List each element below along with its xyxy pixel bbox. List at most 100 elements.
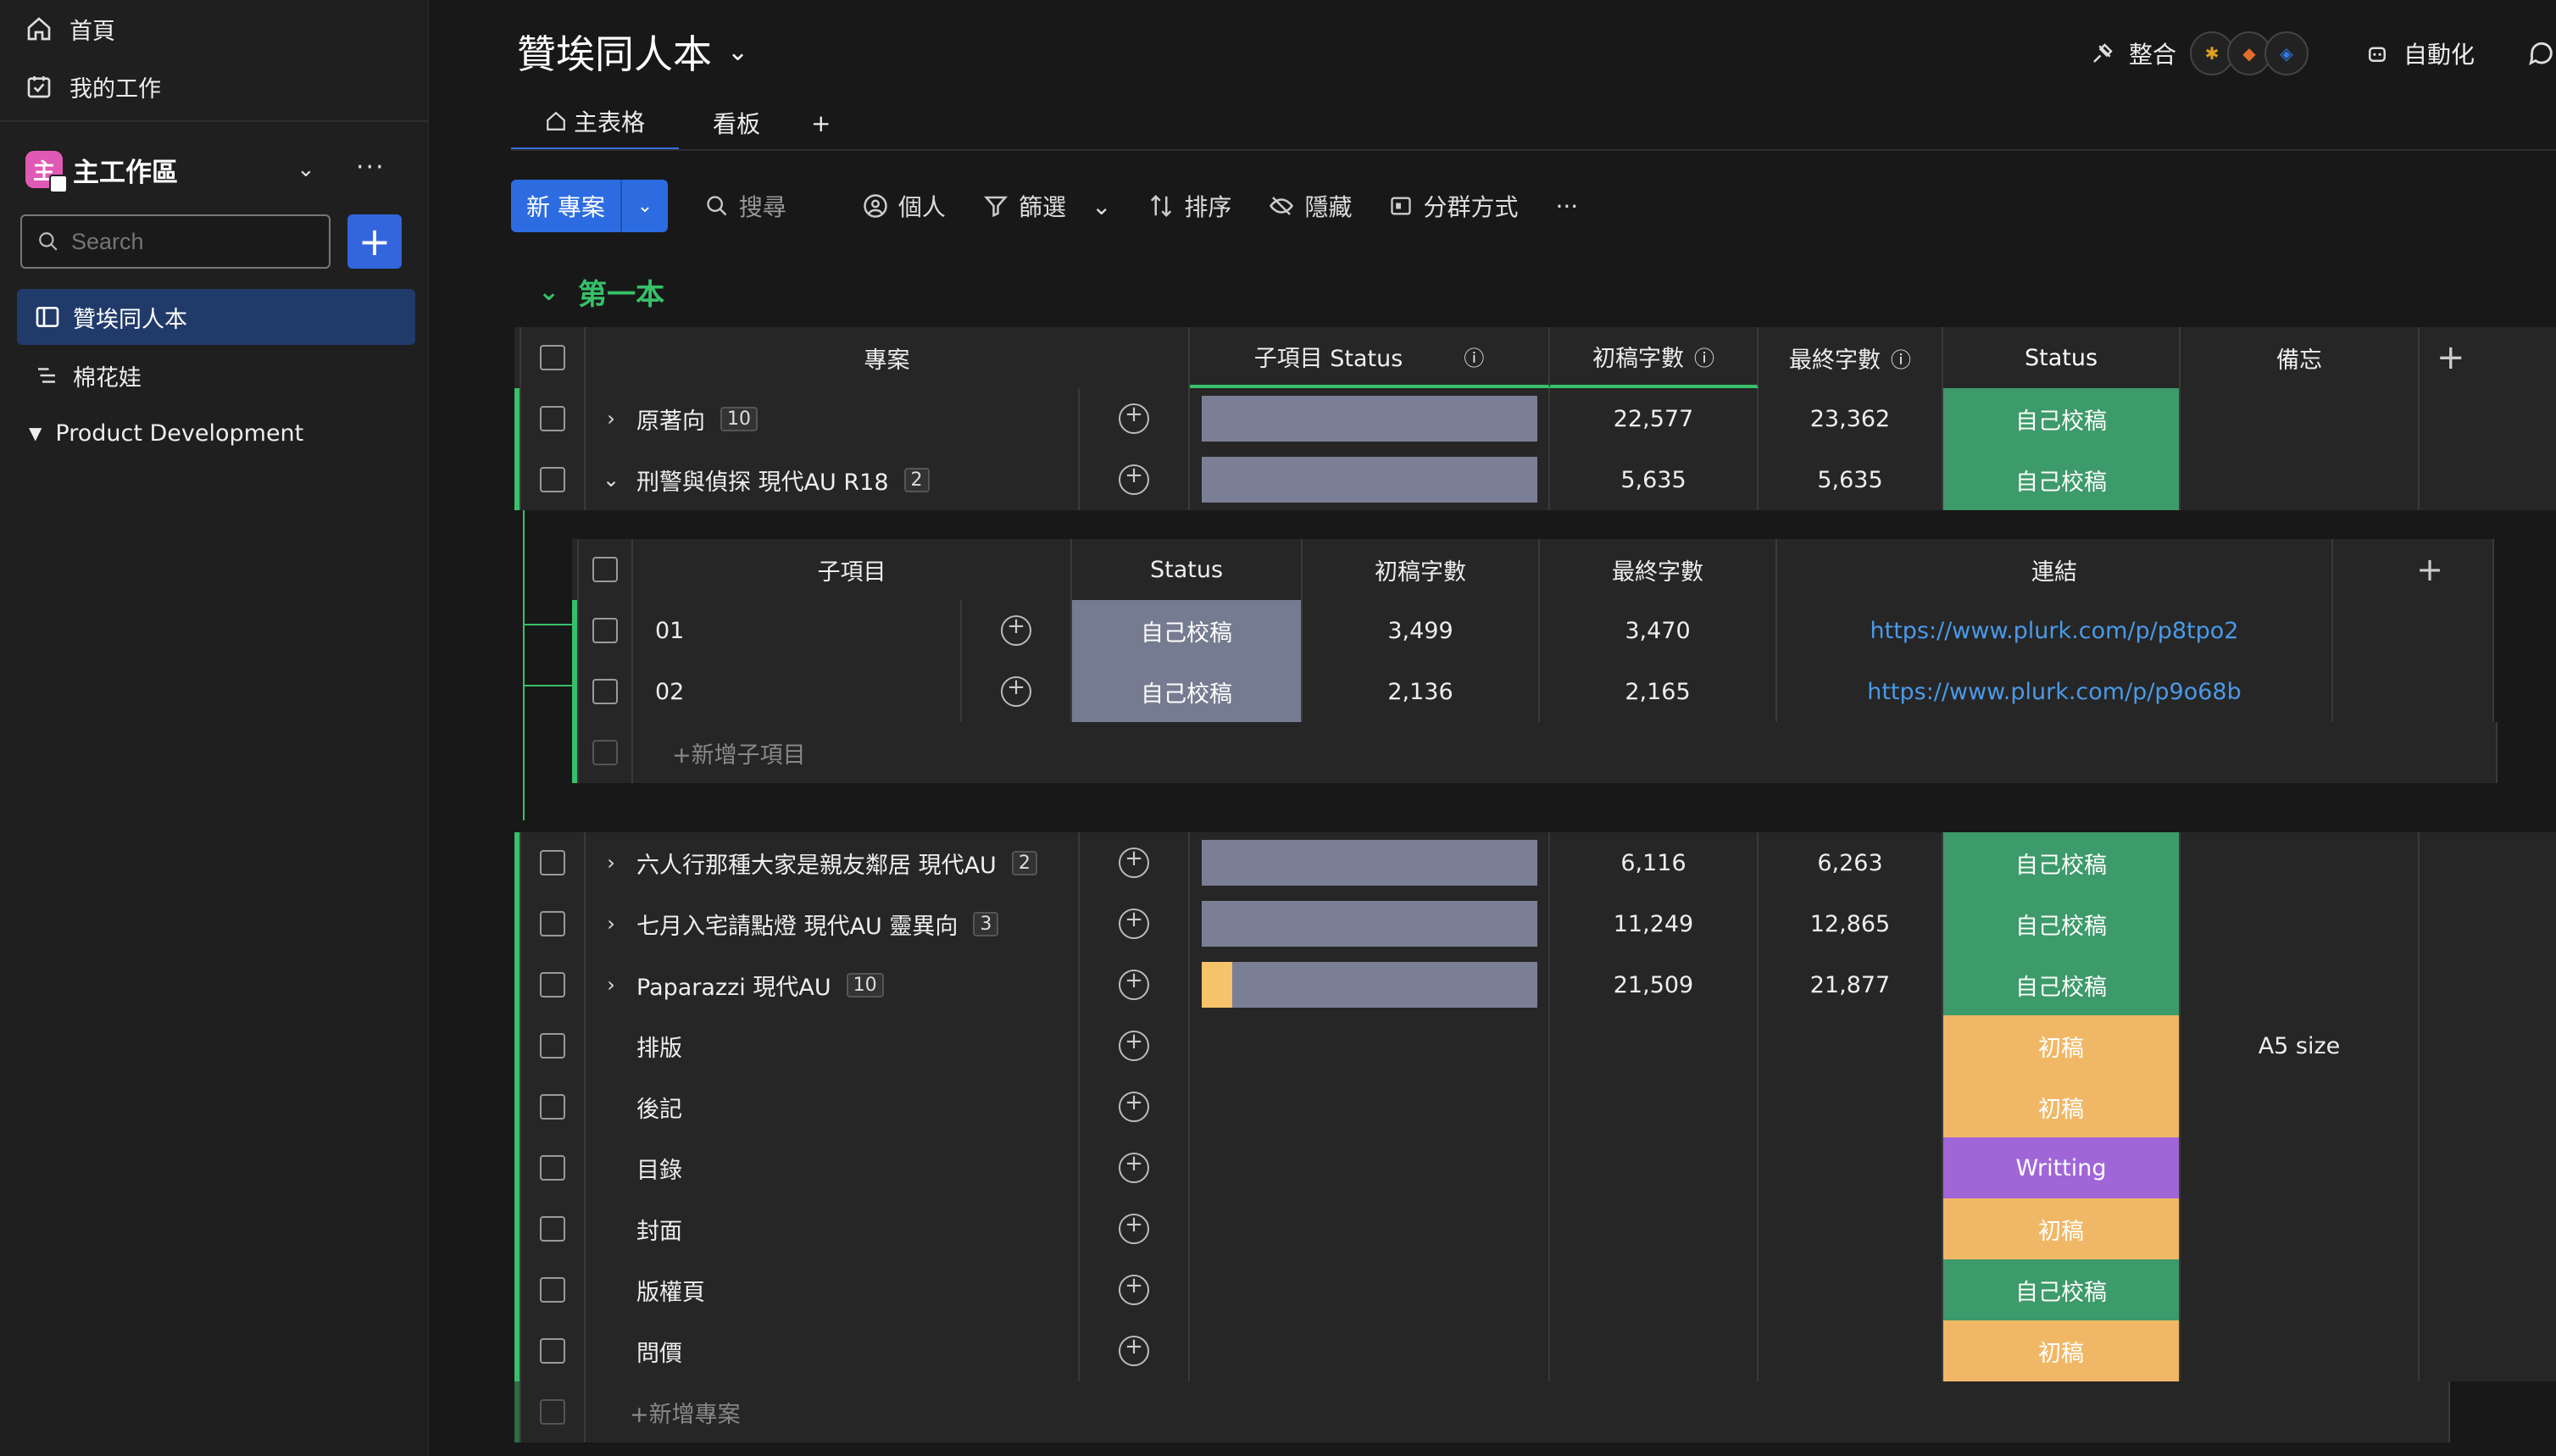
sidebar-board-item[interactable]: 棉花娃 (34, 354, 142, 397)
updates-cell[interactable] (962, 661, 1072, 722)
add-update-icon[interactable] (1119, 968, 1149, 1000)
project-name-cell[interactable]: › 原著向 10 (586, 388, 1080, 449)
draft-count-cell[interactable] (1550, 1137, 1759, 1198)
add-update-icon[interactable] (1119, 1090, 1149, 1122)
column-header-draft[interactable]: 初稿字數 (1303, 539, 1540, 600)
subitem-count-badge[interactable]: 10 (720, 406, 758, 431)
automate-button[interactable]: 自動化 (2403, 36, 2475, 70)
project-name-cell[interactable]: 問價 (586, 1320, 1080, 1381)
add-column-button[interactable]: + (2420, 327, 2556, 388)
hide-button[interactable]: 隱藏 (1269, 189, 1352, 223)
chevron-down-icon[interactable]: ⌄ (538, 277, 559, 307)
checkbox[interactable] (592, 618, 618, 643)
tab-kanban[interactable]: 看板 (679, 95, 794, 151)
column-header-project[interactable]: 專案 (586, 327, 1190, 388)
add-update-icon[interactable] (1001, 614, 1031, 646)
chevron-down-icon[interactable]: ⌄ (297, 157, 315, 182)
note-cell[interactable] (2181, 893, 2420, 954)
updates-cell[interactable] (1080, 388, 1190, 449)
note-cell[interactable] (2181, 449, 2420, 510)
checkbox[interactable] (540, 1094, 565, 1120)
subitem-name-cell[interactable]: 02 (633, 661, 962, 722)
final-count-cell[interactable] (1759, 1015, 1943, 1076)
workspace-selector[interactable]: 主 主工作區 (25, 148, 178, 193)
add-update-icon[interactable] (1119, 846, 1149, 878)
note-cell[interactable] (2181, 1259, 2420, 1320)
note-cell[interactable] (2181, 1320, 2420, 1381)
link-cell[interactable]: https://www.plurk.com/p/p8tpo2 (1777, 600, 2333, 661)
add-update-icon[interactable] (1119, 1029, 1149, 1061)
status-cell[interactable]: Writting (1943, 1137, 2181, 1198)
draft-count-cell[interactable]: 21,509 (1550, 954, 1759, 1015)
project-name-cell[interactable]: 目錄 (586, 1137, 1080, 1198)
project-name-cell[interactable]: 後記 (586, 1076, 1080, 1137)
updates-cell[interactable] (962, 600, 1072, 661)
draft-count-cell[interactable] (1550, 1259, 1759, 1320)
add-item-button[interactable]: + (347, 214, 402, 269)
row-checkbox[interactable] (521, 1320, 586, 1381)
checkbox[interactable] (540, 467, 565, 492)
checkbox[interactable] (540, 1033, 565, 1059)
sort-button[interactable]: 排序 (1148, 189, 1231, 223)
add-update-icon[interactable] (1119, 1273, 1149, 1305)
add-update-icon[interactable] (1119, 1212, 1149, 1244)
final-count-cell[interactable] (1759, 1198, 1943, 1259)
status-cell[interactable]: 初稿 (1943, 1015, 2181, 1076)
chevron-right-icon[interactable]: › (601, 851, 621, 875)
note-cell[interactable]: A5 size (2181, 1015, 2420, 1076)
add-update-icon[interactable] (1119, 1334, 1149, 1366)
draft-count-cell[interactable]: 22,577 (1550, 388, 1759, 449)
final-count-cell[interactable]: 2,165 (1540, 661, 1777, 722)
final-count-cell[interactable]: 5,635 (1759, 449, 1943, 510)
chevron-down-icon[interactable]: ⌄ (1092, 192, 1111, 220)
add-project-input[interactable]: +新增專案 (586, 1381, 2450, 1442)
status-cell[interactable]: 自己校稿 (1943, 388, 2181, 449)
table-row[interactable]: ⌄ 刑警與偵探 現代AU R18 2 5,635 5,635 自己校稿 (514, 449, 2556, 510)
project-name-cell[interactable]: › 七月入宅請點燈 現代AU 靈異向 3 (586, 893, 1080, 954)
status-cell[interactable]: 自己校稿 (1072, 600, 1303, 661)
row-checkbox[interactable] (521, 1198, 586, 1259)
table-row[interactable]: 封面 初稿 (514, 1198, 2556, 1259)
info-icon[interactable]: ⓘ (1464, 342, 1484, 371)
table-row[interactable]: › Paparazzi 現代AU 10 21,509 21,877 自己校稿 (514, 954, 2556, 1015)
final-count-cell[interactable]: 3,470 (1540, 600, 1777, 661)
subitem-row[interactable]: 02 自己校稿 2,136 2,165 https://www.plurk.co… (572, 661, 2494, 722)
table-row[interactable]: 目錄 Writting (514, 1137, 2556, 1198)
draft-count-cell[interactable] (1550, 1198, 1759, 1259)
add-update-icon[interactable] (1119, 402, 1149, 434)
row-checkbox[interactable] (521, 954, 586, 1015)
search-button[interactable]: 搜尋 (705, 189, 786, 223)
row-checkbox[interactable] (521, 1076, 586, 1137)
row-checkbox[interactable] (579, 661, 633, 722)
row-checkbox[interactable] (521, 893, 586, 954)
group-by-button[interactable]: 分群方式 (1389, 189, 1518, 223)
project-name-cell[interactable]: 封面 (586, 1198, 1080, 1259)
chevron-right-icon[interactable]: › (601, 912, 621, 936)
add-update-icon[interactable] (1119, 907, 1149, 939)
final-count-cell[interactable] (1759, 1259, 1943, 1320)
updates-cell[interactable] (1080, 1015, 1190, 1076)
updates-cell[interactable] (1080, 1137, 1190, 1198)
add-column-button[interactable]: + (2333, 539, 2494, 600)
info-icon[interactable]: ⓘ (1891, 343, 1911, 373)
checkbox[interactable] (540, 850, 565, 875)
checkbox[interactable] (540, 1277, 565, 1303)
project-name-cell[interactable]: › Paparazzi 現代AU 10 (586, 954, 1080, 1015)
project-name-cell[interactable]: 版權頁 (586, 1259, 1080, 1320)
table-row[interactable]: 版權頁 自己校稿 (514, 1259, 2556, 1320)
final-count-cell[interactable]: 23,362 (1759, 388, 1943, 449)
table-row[interactable]: › 六人行那種大家是親友鄰居 現代AU 2 6,116 6,263 自己校稿 (514, 832, 2556, 893)
column-header-final[interactable]: 最終字數 (1540, 539, 1777, 600)
status-cell[interactable]: 自己校稿 (1943, 832, 2181, 893)
header-checkbox[interactable] (521, 327, 586, 388)
draft-count-cell[interactable]: 5,635 (1550, 449, 1759, 510)
link-text[interactable]: https://www.plurk.com/p/p9o68b (1867, 679, 2242, 705)
status-cell[interactable]: 初稿 (1943, 1076, 2181, 1137)
column-header-draft[interactable]: 初稿字數 ⓘ (1550, 327, 1759, 388)
checkbox[interactable] (540, 345, 565, 370)
status-cell[interactable]: 自己校稿 (1943, 954, 2181, 1015)
updates-cell[interactable] (1080, 954, 1190, 1015)
column-header-final[interactable]: 最終字數 ⓘ (1759, 327, 1943, 388)
final-count-cell[interactable]: 6,263 (1759, 832, 1943, 893)
checkbox[interactable] (592, 557, 618, 582)
